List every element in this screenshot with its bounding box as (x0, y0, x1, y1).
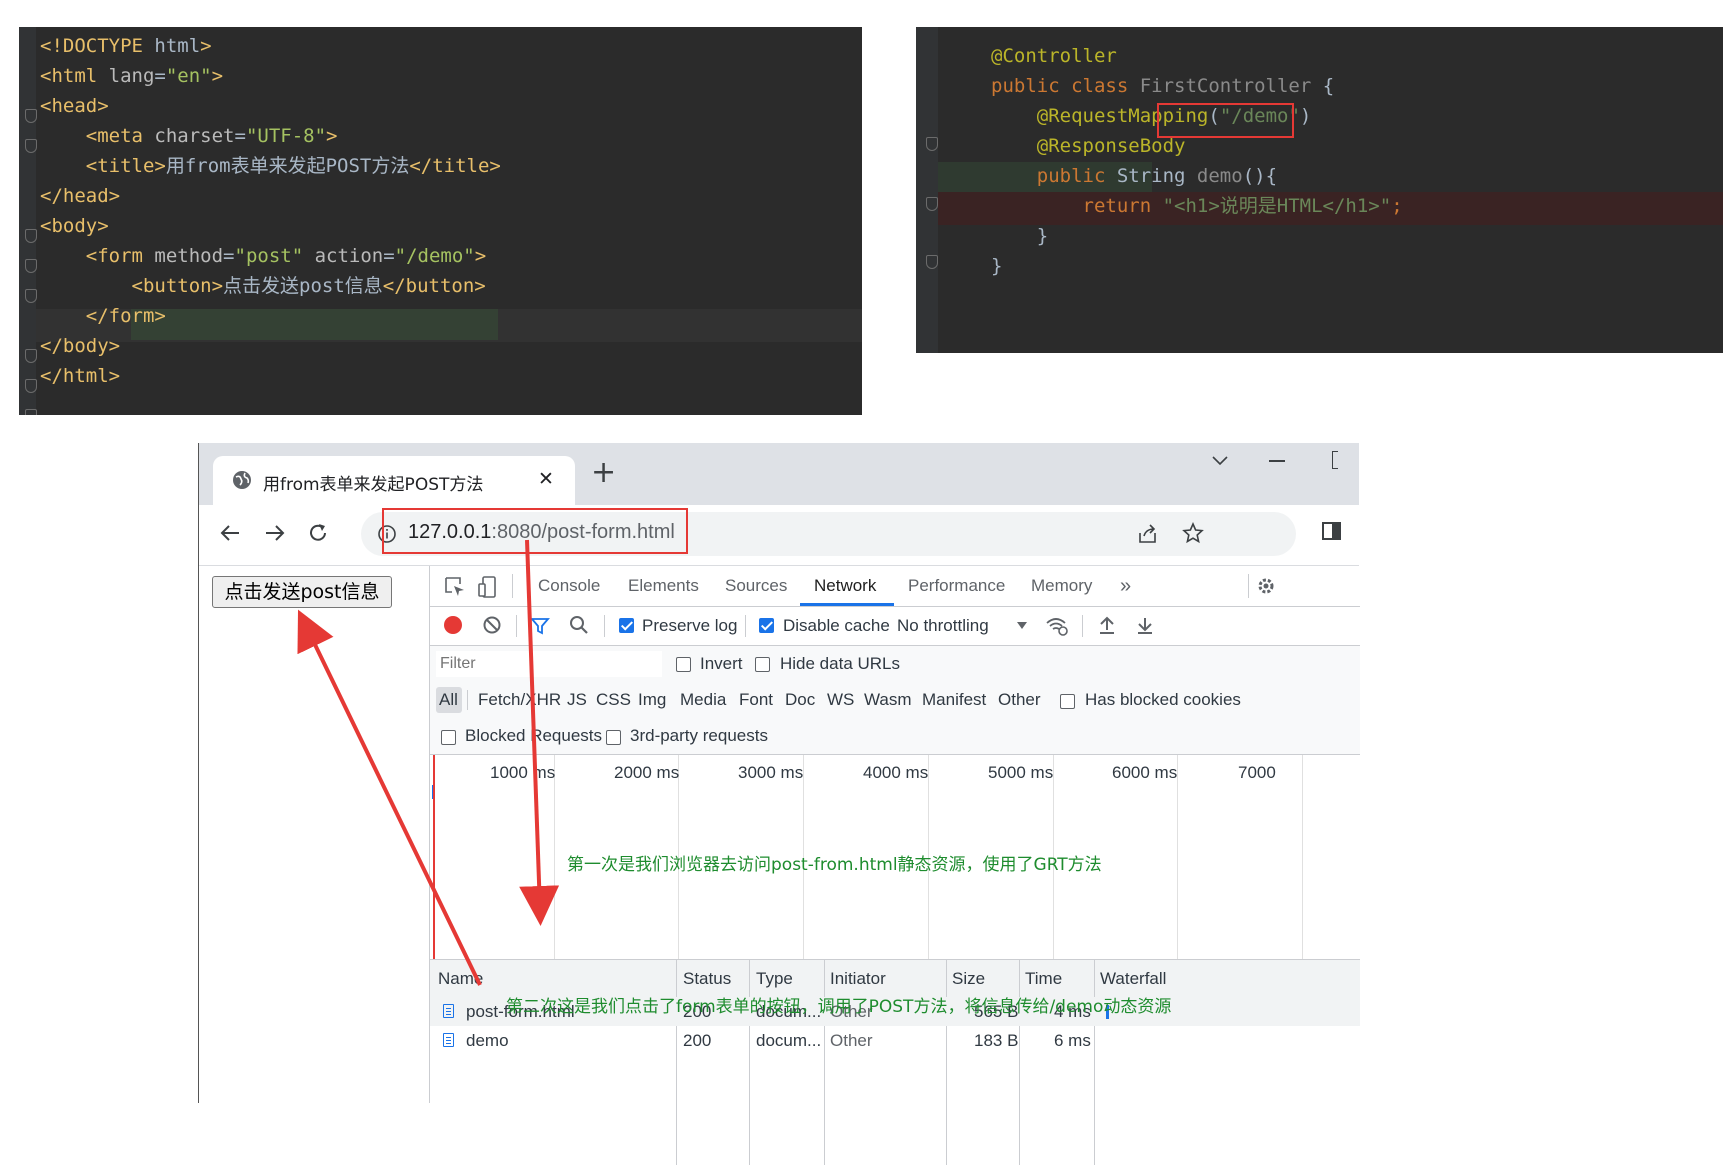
annotation-arrows (297, 539, 560, 986)
arrow-url-to-first-request (519, 539, 560, 926)
arrow-demo-to-button (297, 609, 482, 986)
